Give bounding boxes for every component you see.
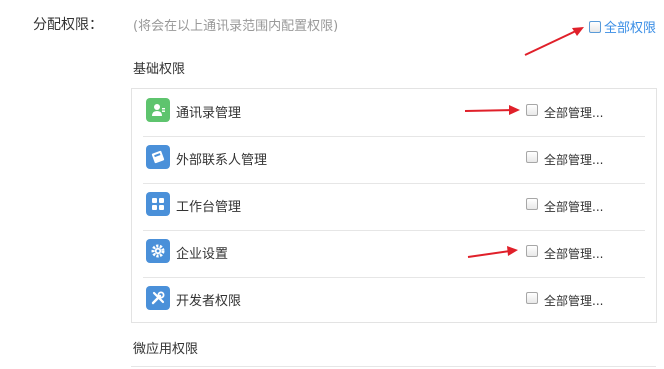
annotation-arrows [464, 27, 584, 258]
annotation-arrow-icon [467, 246, 518, 258]
annotation-arrow-icon [464, 105, 520, 115]
annotation-arrow-icon [524, 27, 584, 56]
